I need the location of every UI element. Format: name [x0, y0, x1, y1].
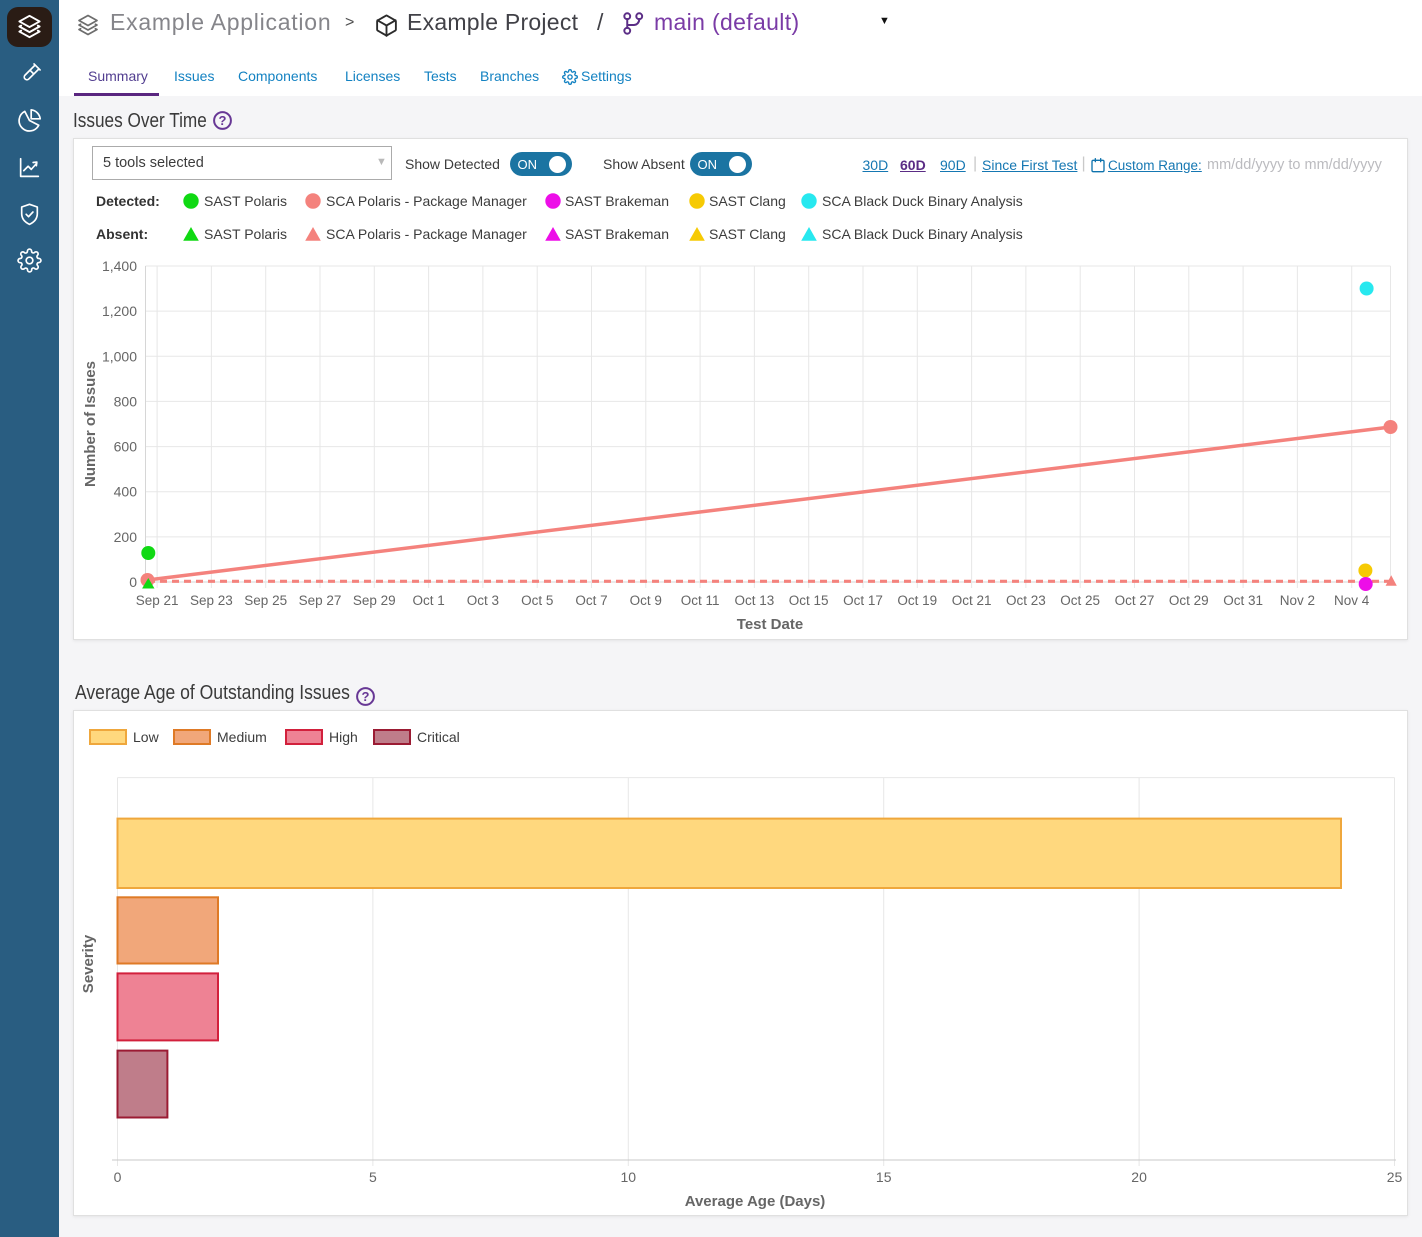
svg-text:Sep 23: Sep 23	[190, 593, 233, 608]
svg-text:0: 0	[129, 574, 137, 590]
svg-text:Oct 29: Oct 29	[1169, 593, 1209, 608]
svg-text:Oct 15: Oct 15	[789, 593, 829, 608]
svg-text:Oct 31: Oct 31	[1223, 593, 1263, 608]
svg-text:200: 200	[114, 529, 138, 545]
svg-text:Oct 27: Oct 27	[1115, 593, 1155, 608]
svg-text:Oct 25: Oct 25	[1060, 593, 1100, 608]
svg-text:1,200: 1,200	[102, 303, 137, 319]
svg-text:Sep 25: Sep 25	[244, 593, 287, 608]
svg-text:Oct 7: Oct 7	[575, 593, 607, 608]
svg-text:Nov 2: Nov 2	[1280, 593, 1315, 608]
svg-text:800: 800	[114, 393, 138, 409]
svg-text:Oct 9: Oct 9	[630, 593, 662, 608]
svg-text:Test Date: Test Date	[737, 616, 803, 633]
svg-text:20: 20	[1131, 1169, 1147, 1185]
svg-text:400: 400	[114, 484, 138, 500]
svg-text:Oct 5: Oct 5	[521, 593, 553, 608]
svg-text:1,000: 1,000	[102, 348, 137, 364]
svg-text:Sep 27: Sep 27	[299, 593, 342, 608]
svg-text:Average Age (Days): Average Age (Days)	[685, 1193, 826, 1210]
svg-text:25: 25	[1387, 1169, 1403, 1185]
svg-text:0: 0	[114, 1169, 122, 1185]
svg-text:Oct 19: Oct 19	[897, 593, 937, 608]
svg-text:600: 600	[114, 439, 138, 455]
svg-text:Oct 11: Oct 11	[681, 593, 720, 608]
svg-text:Sep 29: Sep 29	[353, 593, 396, 608]
svg-text:10: 10	[621, 1169, 637, 1185]
svg-text:5: 5	[369, 1169, 377, 1185]
svg-text:Oct 23: Oct 23	[1006, 593, 1046, 608]
svg-text:Number of Issues: Number of Issues	[82, 361, 99, 487]
svg-text:?: ?	[219, 113, 227, 128]
svg-text:Oct 21: Oct 21	[952, 593, 992, 608]
svg-text:Nov 4: Nov 4	[1334, 593, 1370, 608]
svg-text:1,400: 1,400	[102, 258, 137, 274]
svg-text:?: ?	[362, 688, 370, 703]
svg-text:Sep 21: Sep 21	[136, 593, 179, 608]
svg-text:Oct 17: Oct 17	[843, 593, 883, 608]
svg-text:Oct 13: Oct 13	[735, 593, 775, 608]
svg-text:Oct 1: Oct 1	[412, 593, 444, 608]
svg-text:15: 15	[876, 1169, 892, 1185]
svg-text:Oct 3: Oct 3	[467, 593, 499, 608]
svg-text:Severity: Severity	[80, 934, 97, 993]
